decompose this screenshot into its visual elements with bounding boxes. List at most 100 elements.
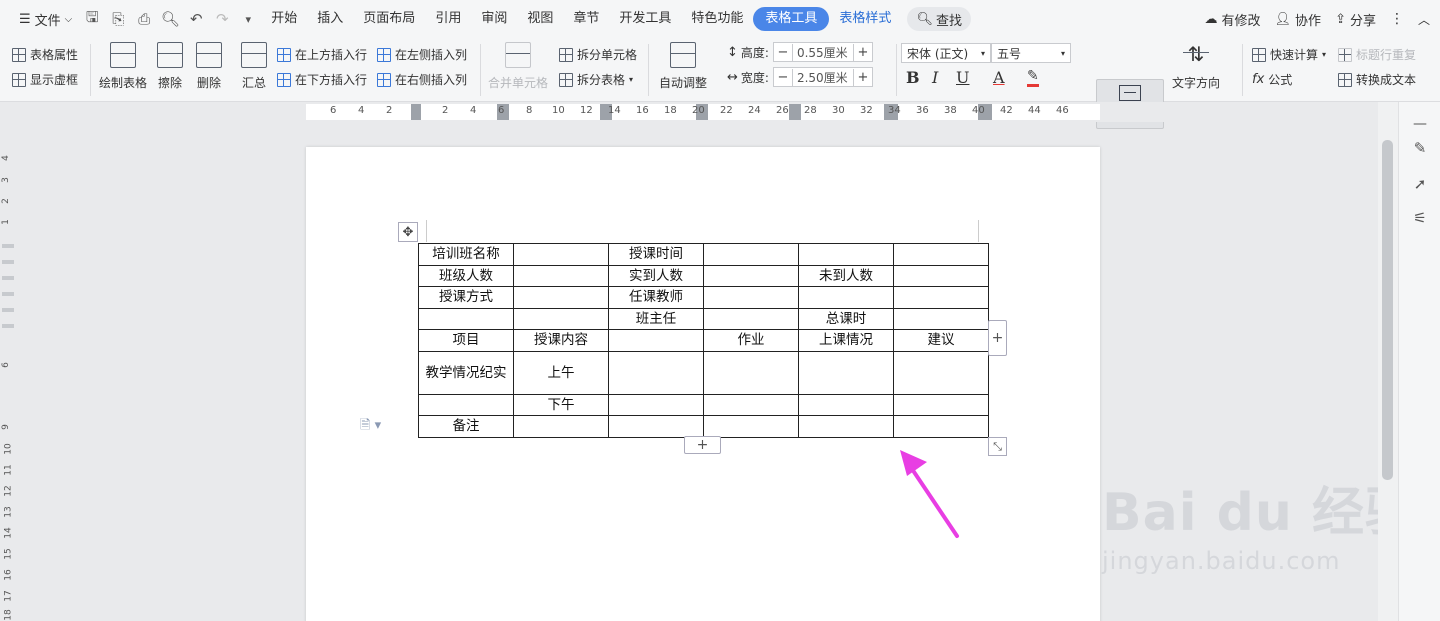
document-table[interactable]: 培训班名称 授课时间 班级人数 实到人数 未到人数 授课方式 任课教师 班主任 … (418, 243, 989, 438)
table-cell[interactable] (893, 393, 989, 416)
customize-chevron-icon[interactable]: ▾ (235, 6, 261, 32)
table-cell[interactable]: 培训班名称 (418, 243, 514, 266)
share-button[interactable]: ⇪ 分享 (1335, 10, 1376, 29)
table-resize-handle[interactable]: ⤡ (988, 437, 1007, 456)
modified-button[interactable]: ☁ 有修改 (1205, 10, 1261, 29)
ruler-column-marker[interactable] (411, 104, 421, 120)
edit-icon[interactable]: ✎ (1410, 138, 1430, 158)
text-direction-button[interactable]: ⇅ 文字方向 (1172, 42, 1220, 91)
table-cell[interactable] (608, 329, 704, 352)
table-cell[interactable] (798, 393, 894, 416)
tab-4[interactable]: 审阅 (471, 7, 517, 31)
table-cell[interactable] (703, 264, 799, 287)
print-preview-icon[interactable]: 🔍︎ (157, 6, 183, 32)
font-color-button[interactable]: A (993, 68, 1005, 87)
table-cell[interactable]: 教学情况纪实 (418, 350, 514, 395)
tab-table-style[interactable]: 表格样式 (829, 7, 901, 31)
table-cell[interactable]: 建议 (893, 329, 989, 352)
table-cell[interactable]: 下午 (513, 393, 609, 416)
search-box[interactable]: 🔍︎ 查找 (907, 7, 971, 31)
tab-1[interactable]: 插入 (307, 7, 353, 31)
table-cell[interactable] (703, 286, 799, 309)
table-cell[interactable]: 上午 (513, 350, 609, 395)
table-cell[interactable] (513, 243, 609, 266)
table-cell[interactable]: 上课情况 (798, 329, 894, 352)
table-cell[interactable] (893, 415, 989, 438)
tab-3[interactable]: 引用 (425, 7, 471, 31)
font-size-select[interactable]: 五号 ▾ (991, 43, 1071, 63)
draw-table-button[interactable]: 绘制表格 (99, 42, 147, 91)
delete-button[interactable]: 删除 (196, 42, 222, 91)
font-name-select[interactable]: 宋体 (正文) ▾ (901, 43, 991, 63)
vertical-ruler[interactable]: 4 3 2 1 6 9 10 11 12 13 14 15 16 17 18 (0, 122, 16, 621)
file-menu[interactable]: ☰ 文件 ⌵ (12, 6, 79, 32)
save-icon[interactable]: 🖫 (79, 6, 105, 32)
table-cell[interactable] (893, 264, 989, 287)
table-cell[interactable] (703, 243, 799, 266)
table-cell[interactable] (513, 307, 609, 330)
table-cell[interactable] (798, 415, 894, 438)
italic-button[interactable]: I (932, 68, 938, 87)
insert-left-button[interactable]: 在左侧插入列 (377, 46, 467, 63)
tab-5[interactable]: 视图 (517, 7, 563, 31)
table-cell[interactable] (608, 350, 704, 395)
show-gridlines-button[interactable]: 显示虚框 (12, 71, 78, 88)
table-cell[interactable]: 总课时 (798, 307, 894, 330)
header-repeat-button[interactable]: 标题行重复 (1338, 46, 1416, 63)
collapse-ribbon-icon[interactable]: ︿ (1418, 11, 1430, 28)
highlight-button[interactable]: ✎ (1027, 68, 1039, 87)
table-cell[interactable] (798, 286, 894, 309)
underline-button[interactable]: U (956, 68, 969, 87)
erase-button[interactable]: 擦除 (157, 42, 183, 91)
horizontal-ruler[interactable]: 6 4 2 2 4 6 8 10 12 14 16 18 20 22 24 26… (0, 102, 1378, 122)
table-cell[interactable] (893, 286, 989, 309)
scrollbar-thumb[interactable] (1382, 140, 1393, 480)
increase-height-button[interactable]: + (854, 45, 872, 60)
undo-icon[interactable]: ↶ (183, 6, 209, 32)
insert-right-button[interactable]: 在右侧插入列 (377, 71, 467, 88)
ruler-column-marker[interactable] (789, 104, 801, 120)
decrease-height-button[interactable]: − (774, 45, 792, 60)
collab-button[interactable]: 👤︎ 协作 (1275, 10, 1322, 29)
auto-adjust-button[interactable]: 自动调整 (659, 42, 707, 91)
table-cell[interactable] (798, 350, 894, 395)
table-cell[interactable] (608, 393, 704, 416)
table-cell[interactable]: 任课教师 (608, 286, 704, 309)
redo-icon[interactable]: ↷ (209, 6, 235, 32)
width-input[interactable]: −2.50厘米 + (772, 67, 873, 87)
table-cell[interactable] (418, 393, 514, 416)
paragraph-layout-icon[interactable]: 🗎︎ ▾ (360, 416, 381, 438)
minimize-panel-icon[interactable]: — (1410, 114, 1430, 134)
table-props-button[interactable]: 表格属性 (12, 46, 78, 63)
table-cell[interactable] (703, 393, 799, 416)
table-cell[interactable]: 备注 (418, 415, 514, 438)
split-cells-button[interactable]: 拆分单元格 (559, 46, 637, 63)
decrease-width-button[interactable]: − (774, 70, 792, 85)
cursor-icon[interactable]: ➚ (1410, 174, 1430, 194)
formula-button[interactable]: fx 公式 (1252, 71, 1292, 88)
add-row-button[interactable]: + (684, 436, 721, 454)
split-table-button[interactable]: 拆分表格 ▾ (559, 71, 633, 88)
table-cell[interactable] (893, 350, 989, 395)
table-cell[interactable]: 项目 (418, 329, 514, 352)
vertical-scrollbar[interactable] (1378, 102, 1398, 621)
merge-cells-button[interactable]: 合并单元格 (488, 42, 548, 91)
tab-table-tools[interactable]: 表格工具 (753, 7, 830, 31)
table-move-handle[interactable]: ✥ (398, 222, 418, 242)
table-cell[interactable]: 授课方式 (418, 286, 514, 309)
increase-width-button[interactable]: + (854, 70, 872, 85)
table-cell[interactable] (513, 415, 609, 438)
tab-8[interactable]: 特色功能 (681, 7, 753, 31)
table-cell[interactable] (608, 415, 704, 438)
tab-0[interactable]: 开始 (261, 7, 307, 31)
export-pdf-icon[interactable]: ⎘ (105, 6, 131, 32)
table-cell[interactable]: 授课内容 (513, 329, 609, 352)
table-cell[interactable] (703, 415, 799, 438)
table-cell[interactable] (513, 264, 609, 287)
add-column-button[interactable]: + (988, 320, 1007, 356)
tab-6[interactable]: 章节 (563, 7, 609, 31)
table-cell[interactable] (703, 307, 799, 330)
summary-button[interactable]: 汇总 (241, 42, 267, 91)
table-cell[interactable] (703, 350, 799, 395)
more-icon[interactable]: ⋮ (1390, 11, 1404, 27)
